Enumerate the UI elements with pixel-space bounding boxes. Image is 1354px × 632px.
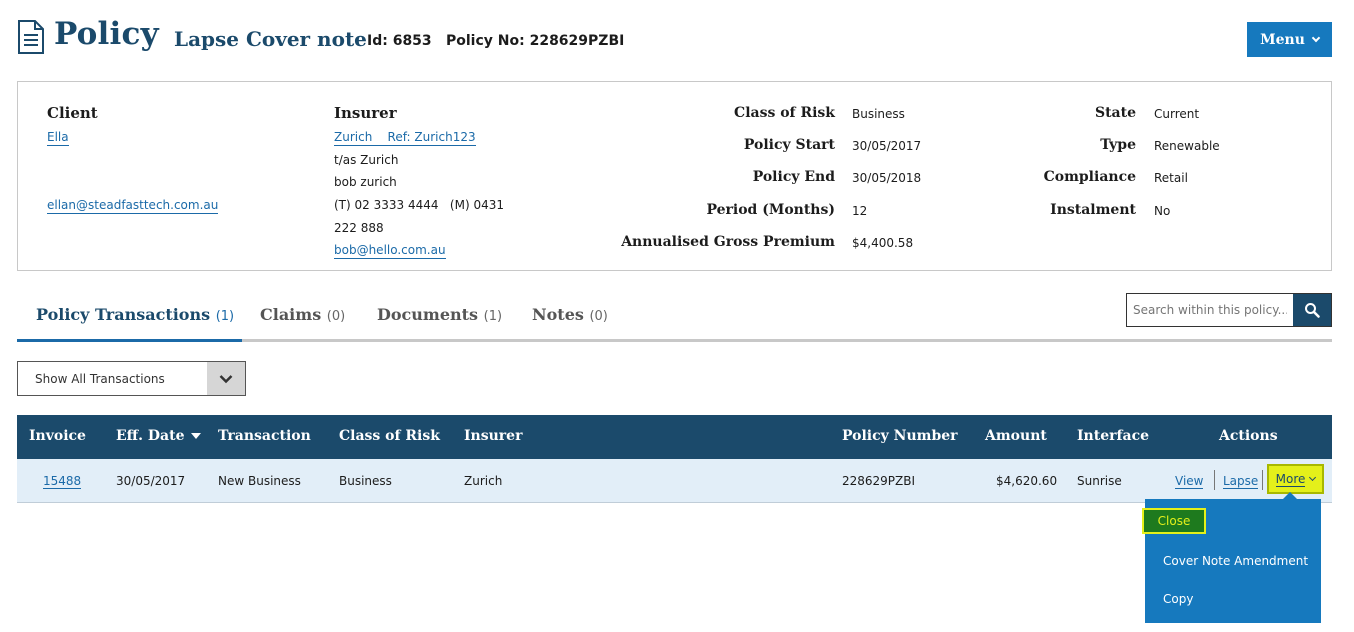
detail-label: State <box>1094 105 1136 121</box>
detail-label: Policy End <box>752 169 835 185</box>
sort-desc-icon <box>190 433 201 439</box>
transaction-cell: New Business <box>218 474 301 488</box>
invoice-link[interactable]: 15488 <box>43 474 82 489</box>
menu-button-label: Menu <box>1260 31 1305 48</box>
column-header-insurer[interactable]: Insurer <box>464 428 522 444</box>
more-actions-menu: Close Cover Note Amendment Copy <box>1142 499 1321 623</box>
tab-count: (1) <box>215 309 235 324</box>
column-header-amount[interactable]: Amount <box>985 428 1047 444</box>
tab-claims[interactable]: Claims (0) <box>260 305 345 324</box>
policy-summary-panel: Client Ella ellan@steadfasttech.com.au I… <box>17 81 1332 271</box>
more-actions-button[interactable]: More <box>1267 464 1324 494</box>
detail-label: Compliance <box>1043 169 1136 185</box>
column-header-label: Eff. Date <box>116 428 185 444</box>
column-header-invoice[interactable]: Invoice <box>29 428 86 444</box>
active-tab-indicator <box>17 339 242 342</box>
transaction-filter-select[interactable]: Show All Transactions <box>17 361 246 396</box>
tab-count: (0) <box>589 309 608 324</box>
column-header-class-of-risk[interactable]: Class of Risk <box>339 428 440 444</box>
transactions-table-header: Invoice Eff. Date Transaction Class of R… <box>17 415 1332 459</box>
detail-label: Type <box>1100 137 1136 153</box>
menu-item-close[interactable]: Close <box>1142 508 1206 534</box>
tab-count: (1) <box>483 309 503 324</box>
view-link[interactable]: View <box>1175 474 1204 489</box>
class-of-risk-cell: Business <box>339 474 392 488</box>
insurer-cell: Zurich <box>464 474 503 488</box>
column-header-actions: Actions <box>1219 428 1278 444</box>
eff-date-cell: 30/05/2017 <box>116 474 186 488</box>
action-divider <box>1214 470 1215 490</box>
chevron-down-icon <box>207 362 245 395</box>
compliance-value: Retail <box>1154 171 1188 185</box>
more-button-label: More <box>1275 471 1306 487</box>
tab-notes[interactable]: Notes (0) <box>532 305 608 324</box>
insurer-link[interactable]: Zurich Ref: Zurich123 <box>334 130 476 146</box>
insurer-email-link[interactable]: bob@hello.com.au <box>334 243 446 259</box>
insurer-phone-cont: 222 888 <box>334 221 384 235</box>
insurer-heading: Insurer <box>334 104 397 122</box>
page-title: Policy <box>54 16 159 52</box>
tab-policy-transactions[interactable]: Policy Transactions (1) <box>36 305 234 324</box>
action-divider <box>1262 470 1263 490</box>
insurer-contact: bob zurich <box>334 175 397 189</box>
amount-cell: $4,620.60 <box>996 474 1058 488</box>
dropdown-caret <box>1283 492 1297 499</box>
column-header-policy-number[interactable]: Policy Number <box>842 428 958 444</box>
chevron-down-icon <box>1311 33 1321 43</box>
detail-label: Annualised Gross Premium <box>621 234 835 250</box>
client-email-link[interactable]: ellan@steadfasttech.com.au <box>47 198 219 214</box>
client-heading: Client <box>47 104 98 122</box>
type-value: Renewable <box>1154 139 1220 153</box>
insurer-trading-as: t/as Zurich <box>334 153 399 167</box>
policy-number-cell: 228629PZBI <box>842 474 916 488</box>
chevron-down-icon <box>1309 473 1317 482</box>
instalment-value: No <box>1154 204 1171 218</box>
table-row: 15488 30/05/2017 New Business Business Z… <box>17 459 1332 503</box>
document-icon <box>18 20 44 54</box>
policy-number: Policy No: 228629PZBI <box>446 33 625 49</box>
tab-label: Documents <box>377 305 479 324</box>
client-name-link[interactable]: Ella <box>47 130 69 146</box>
page-header: Policy Lapse Cover note Id: 6853 Policy … <box>17 14 1332 64</box>
tab-label: Notes <box>532 305 584 324</box>
tab-count: (0) <box>326 309 346 324</box>
page-subtitle: Lapse Cover note <box>174 27 367 51</box>
interface-cell: Sunrise <box>1077 474 1122 488</box>
column-header-transaction[interactable]: Transaction <box>218 428 311 444</box>
state-value: Current <box>1154 107 1200 121</box>
menu-button[interactable]: Menu <box>1247 22 1332 57</box>
search-icon <box>1305 303 1320 318</box>
tab-label: Policy Transactions <box>36 305 211 324</box>
policy-details-labels: Class of Risk Policy Start Policy End Pe… <box>533 82 835 272</box>
policy-search <box>1126 293 1332 327</box>
column-header-interface[interactable]: Interface <box>1077 428 1149 444</box>
lapse-link[interactable]: Lapse <box>1223 474 1259 489</box>
tab-documents[interactable]: Documents (1) <box>377 305 502 324</box>
search-input[interactable] <box>1127 294 1293 326</box>
column-header-eff-date[interactable]: Eff. Date <box>116 428 201 444</box>
menu-item-copy[interactable]: Copy <box>1163 592 1193 606</box>
detail-label: Policy Start <box>743 137 835 153</box>
detail-label: Period (Months) <box>706 202 835 218</box>
policy-id: Id: 6853 <box>367 33 432 49</box>
tab-label: Claims <box>260 305 322 324</box>
insurer-phone: (T) 02 3333 4444 (M) 0431 <box>334 198 504 212</box>
detail-label: Class of Risk <box>734 105 835 121</box>
menu-item-cover-note-amendment[interactable]: Cover Note Amendment <box>1163 554 1308 568</box>
filter-selected-value: Show All Transactions <box>35 372 165 386</box>
search-button[interactable] <box>1293 294 1331 326</box>
detail-label: Instalment <box>1050 202 1136 218</box>
status-details-labels: State Type Compliance Instalment <box>834 82 1136 272</box>
